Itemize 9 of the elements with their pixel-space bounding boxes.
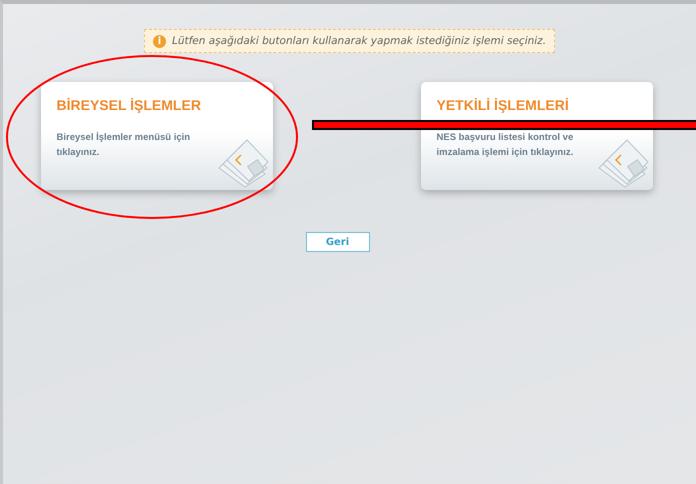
- card-description: Bireysel İşlemler menüsü için tıklayınız.: [56, 130, 192, 160]
- info-icon: i: [152, 34, 166, 48]
- card-description: NES başvuru listesi kontrol ve imzalama işlemi için tıklayınız.: [436, 131, 574, 160]
- menu-card[interactable]: BİREYSEL İŞLEMLER Bireysel İşlemler menüsü için tıklayınız.: [40, 82, 272, 190]
- back-button[interactable]: Geri: [306, 232, 370, 252]
- notice-text: Lütfen aşağıdaki butonları kullanarak yapmak istediğiniz işlemi seçiniz.: [172, 35, 546, 47]
- card-title: YETKİLİ İŞLEMLERİ: [436, 97, 570, 114]
- card-title: BİREYSEL İŞLEMLER: [56, 97, 202, 114]
- menu-card[interactable]: YETKİLİ İŞLEMLERİ NES başvuru listesi kontrol ve imzalama işlemi için tıklayınız.: [420, 82, 652, 190]
